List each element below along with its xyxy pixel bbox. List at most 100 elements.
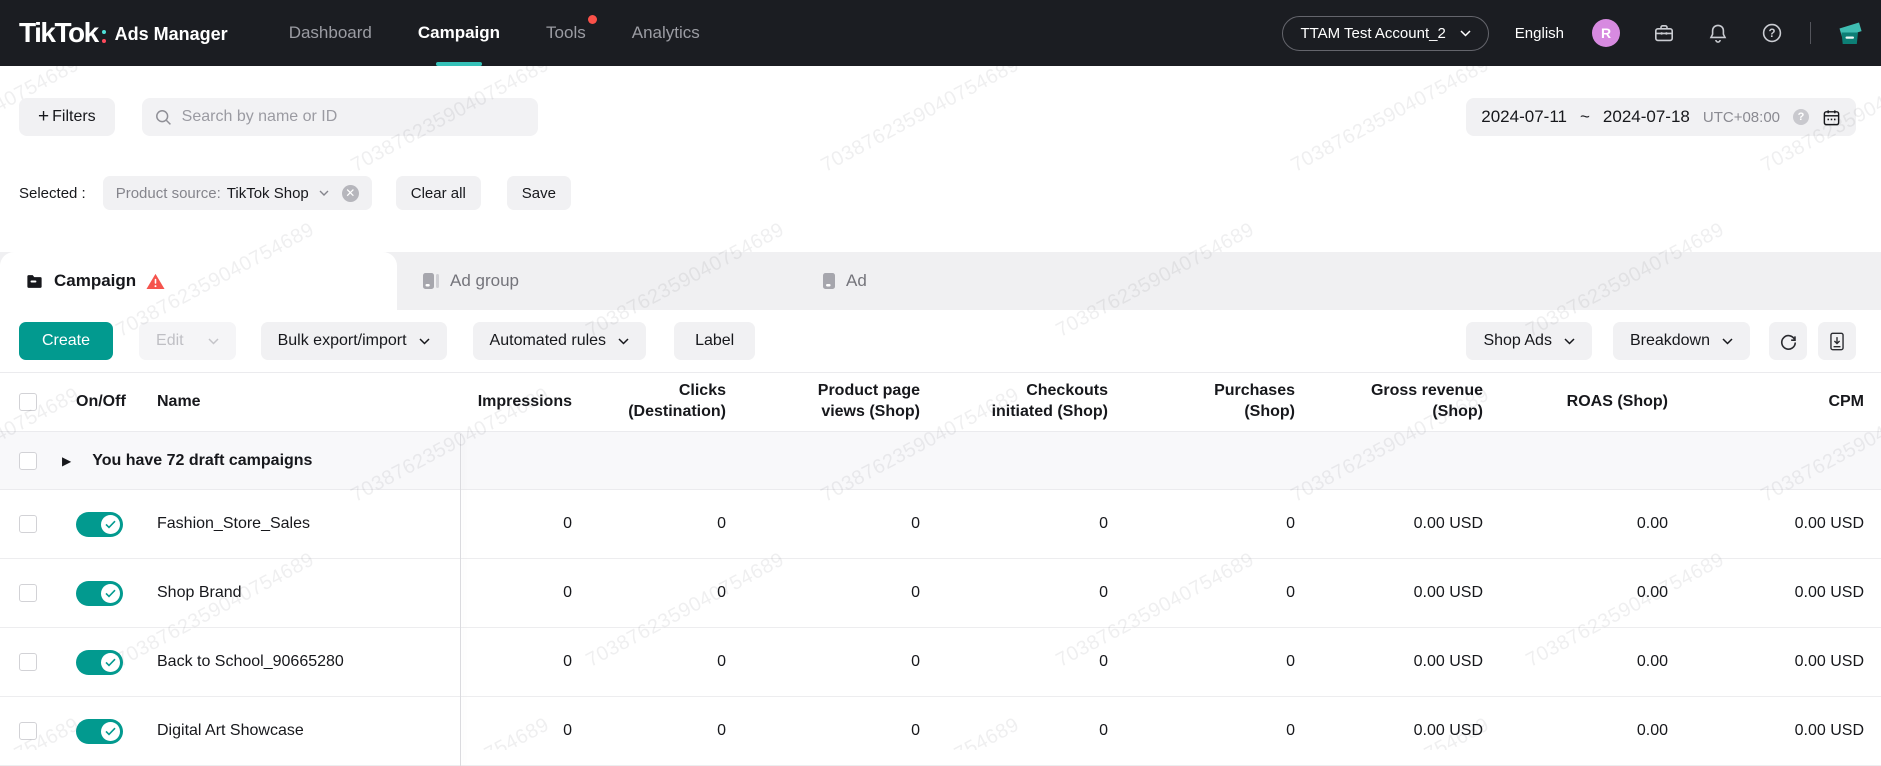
timezone-help-icon[interactable]: ? bbox=[1793, 109, 1809, 125]
date-end: 2024-07-18 bbox=[1603, 107, 1690, 127]
refresh-button[interactable] bbox=[1769, 322, 1807, 360]
tab-ad-group-label: Ad group bbox=[450, 271, 519, 291]
metric-value: 0 bbox=[920, 583, 1108, 604]
create-button[interactable]: Create bbox=[19, 322, 113, 360]
export-icon bbox=[1828, 332, 1846, 351]
row-checkbox[interactable] bbox=[19, 653, 37, 671]
nav-campaign-label: Campaign bbox=[418, 23, 500, 43]
chip-remove-icon[interactable]: ✕ bbox=[342, 185, 359, 202]
toggle-knob bbox=[101, 722, 120, 741]
column-header-roas[interactable]: ROAS (Shop) bbox=[1483, 392, 1668, 413]
export-button[interactable] bbox=[1818, 322, 1856, 360]
row-name-cell: Shop Brand bbox=[140, 584, 460, 602]
topbar: TikTok Ads Manager Dashboard Campaign To… bbox=[0, 0, 1881, 66]
frozen-column-divider bbox=[460, 434, 461, 766]
label-button[interactable]: Label bbox=[674, 322, 755, 360]
nav-tools-label: Tools bbox=[546, 23, 586, 43]
edit-button[interactable]: Edit bbox=[139, 322, 236, 360]
brand-wordmark: TikTok bbox=[19, 17, 98, 49]
row-checkbox[interactable] bbox=[19, 722, 37, 740]
select-all-checkbox[interactable] bbox=[19, 393, 37, 411]
tab-ad[interactable]: Ad bbox=[797, 252, 1197, 310]
column-header-product-page-views[interactable]: Product page views (Shop) bbox=[726, 381, 920, 423]
filters-button[interactable]: + Filters bbox=[19, 98, 115, 136]
campaign-name[interactable]: Fashion_Store_Sales bbox=[157, 515, 310, 533]
metric-value: 0 bbox=[572, 583, 726, 604]
chip-key: Product source: bbox=[116, 185, 221, 202]
row-checkbox[interactable] bbox=[19, 515, 37, 533]
nav-dashboard[interactable]: Dashboard bbox=[266, 0, 395, 66]
folder-icon bbox=[25, 272, 44, 291]
account-selector[interactable]: TTAM Test Account_2 bbox=[1282, 16, 1488, 51]
tiktok-logo[interactable]: TikTok Ads Manager bbox=[19, 17, 228, 49]
save-button[interactable]: Save bbox=[507, 176, 571, 210]
metric-value: 0 bbox=[726, 583, 920, 604]
metric-value: 0 bbox=[572, 721, 726, 742]
metric-value: 0 bbox=[1108, 652, 1295, 673]
search-box[interactable] bbox=[142, 98, 538, 136]
onoff-toggle[interactable] bbox=[76, 650, 123, 675]
chevron-down-icon[interactable] bbox=[319, 190, 329, 196]
help-icon[interactable]: ? bbox=[1760, 21, 1784, 45]
nav-analytics[interactable]: Analytics bbox=[609, 0, 723, 66]
onoff-toggle[interactable] bbox=[76, 581, 123, 606]
nav-analytics-label: Analytics bbox=[632, 23, 700, 43]
column-header-impressions[interactable]: Impressions bbox=[460, 392, 572, 413]
calendar-icon[interactable] bbox=[1822, 108, 1841, 127]
table-body: Fashion_Store_Sales 0 0 0 0 0 0.00 USD 0… bbox=[0, 490, 1881, 766]
search-input[interactable] bbox=[182, 108, 525, 126]
chevron-down-icon bbox=[1722, 338, 1733, 345]
toggle-knob bbox=[101, 653, 120, 672]
expand-caret-icon[interactable]: ▶ bbox=[62, 454, 71, 468]
bulk-button-label: Bulk export/import bbox=[278, 332, 407, 350]
campaign-name[interactable]: Digital Art Showcase bbox=[157, 722, 304, 740]
account-name: TTAM Test Account_2 bbox=[1300, 25, 1445, 42]
tab-ad-group[interactable]: Ad group bbox=[397, 252, 797, 310]
row-checkbox[interactable] bbox=[19, 584, 37, 602]
date-range-picker[interactable]: 2024-07-11 ~ 2024-07-18 UTC+08:00 ? bbox=[1466, 98, 1856, 136]
column-header-clicks[interactable]: Clicks (Destination) bbox=[572, 381, 726, 423]
row-checkbox-cell bbox=[0, 722, 44, 740]
check-icon bbox=[105, 658, 116, 667]
metric-value: 0.00 bbox=[1483, 514, 1668, 535]
campaign-table: On/Off Name Impressions Clicks (Destinat… bbox=[0, 372, 1881, 766]
promotion-icon[interactable] bbox=[1835, 19, 1865, 47]
draft-campaigns-row[interactable]: ▶ You have 72 draft campaigns bbox=[0, 432, 1881, 490]
nav-tools[interactable]: Tools bbox=[523, 0, 609, 66]
column-header-gross-revenue[interactable]: Gross revenue (Shop) bbox=[1295, 381, 1483, 423]
table-toolbar: Create Edit Bulk export/import Automated… bbox=[19, 322, 1856, 360]
bulk-export-import-button[interactable]: Bulk export/import bbox=[261, 322, 447, 360]
nav-campaign[interactable]: Campaign bbox=[395, 0, 523, 66]
column-header-name[interactable]: Name bbox=[140, 393, 460, 411]
campaign-name[interactable]: Shop Brand bbox=[157, 584, 242, 602]
metric-value: 0 bbox=[920, 652, 1108, 673]
table-row: Digital Art Showcase 0 0 0 0 0 0.00 USD … bbox=[0, 697, 1881, 766]
clear-all-button[interactable]: Clear all bbox=[396, 176, 481, 210]
row-checkbox-cell bbox=[0, 653, 44, 671]
chevron-down-icon bbox=[419, 338, 430, 345]
metric-value: 0.00 bbox=[1483, 721, 1668, 742]
shop-ads-label: Shop Ads bbox=[1483, 332, 1552, 350]
avatar[interactable]: R bbox=[1592, 19, 1620, 47]
onoff-toggle[interactable] bbox=[76, 512, 123, 537]
search-icon bbox=[155, 109, 172, 126]
draft-row-checkbox[interactable] bbox=[19, 452, 37, 470]
column-header-cpm[interactable]: CPM bbox=[1668, 392, 1864, 413]
campaign-name[interactable]: Back to School_90665280 bbox=[157, 653, 344, 671]
language-selector[interactable]: English bbox=[1515, 25, 1564, 42]
filter-chip-product-source[interactable]: Product source: TikTok Shop ✕ bbox=[103, 176, 372, 210]
column-header-checkouts[interactable]: Checkouts initiated (Shop) bbox=[920, 381, 1108, 423]
topbar-divider bbox=[1810, 22, 1811, 44]
table-row: Fashion_Store_Sales 0 0 0 0 0 0.00 USD 0… bbox=[0, 490, 1881, 559]
column-header-purchases[interactable]: Purchases (Shop) bbox=[1108, 381, 1295, 423]
onoff-toggle[interactable] bbox=[76, 719, 123, 744]
chevron-down-icon bbox=[1460, 30, 1471, 37]
automated-rules-button[interactable]: Automated rules bbox=[473, 322, 647, 360]
breakdown-dropdown[interactable]: Breakdown bbox=[1613, 322, 1750, 360]
tab-campaign[interactable]: Campaign bbox=[0, 252, 397, 310]
row-toggle-cell bbox=[44, 512, 140, 537]
shop-ads-dropdown[interactable]: Shop Ads bbox=[1466, 322, 1592, 360]
briefcase-icon[interactable] bbox=[1652, 21, 1676, 45]
row-name-cell: Fashion_Store_Sales bbox=[140, 515, 460, 533]
bell-icon[interactable] bbox=[1706, 21, 1730, 45]
